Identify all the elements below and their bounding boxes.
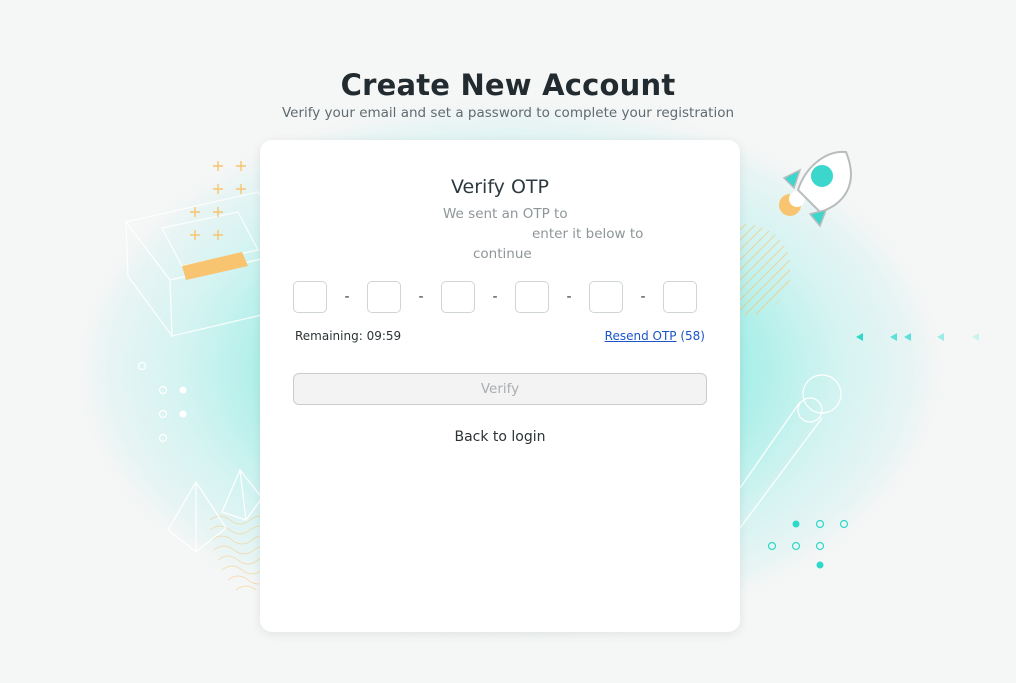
otp-digit-3[interactable]: [441, 281, 475, 313]
back-to-login-link[interactable]: Back to login: [260, 429, 740, 445]
page-title: Create New Account: [340, 68, 676, 102]
otp-digit-4[interactable]: [515, 281, 549, 313]
verify-button[interactable]: Verify: [293, 373, 707, 405]
orange-bar-shape: [182, 252, 248, 280]
otp-digit-2[interactable]: [367, 281, 401, 313]
otp-card: Verify OTP We sent an OTP to enter it be…: [260, 140, 740, 632]
right-dots: [767, 519, 849, 569]
otp-separator: -: [418, 289, 424, 305]
remaining-timer: Remaining: 09:59: [295, 329, 402, 343]
otp-digit-6[interactable]: [663, 281, 697, 313]
otp-separator: -: [492, 289, 498, 305]
resend-otp-link[interactable]: Resend OTP: [605, 329, 677, 343]
wireframe-tube: [739, 374, 842, 529]
rocket-illustration: [779, 150, 852, 228]
pyramid-shapes: [167, 468, 263, 553]
page-background: Create New Account Verify your email and…: [0, 0, 1016, 683]
page-subtitle: Verify your email and set a password to …: [281, 105, 735, 121]
otp-digit-1[interactable]: [293, 281, 327, 313]
otp-message-line-3: continue: [473, 246, 532, 262]
left-dots: [137, 361, 168, 443]
otp-input-group: - - - - -: [293, 281, 697, 313]
card-title: Verify OTP: [451, 176, 549, 198]
otp-separator: -: [344, 289, 350, 305]
otp-digit-5[interactable]: [589, 281, 623, 313]
otp-separator: -: [566, 289, 572, 305]
otp-separator: -: [640, 289, 646, 305]
resend-otp: Resend OTP (58): [605, 329, 705, 343]
resend-countdown: (58): [680, 329, 705, 343]
otp-message-line-2: enter it below to: [532, 226, 644, 242]
otp-message-line-1: We sent an OTP to: [443, 206, 568, 222]
arrow-triangles: [856, 333, 979, 341]
